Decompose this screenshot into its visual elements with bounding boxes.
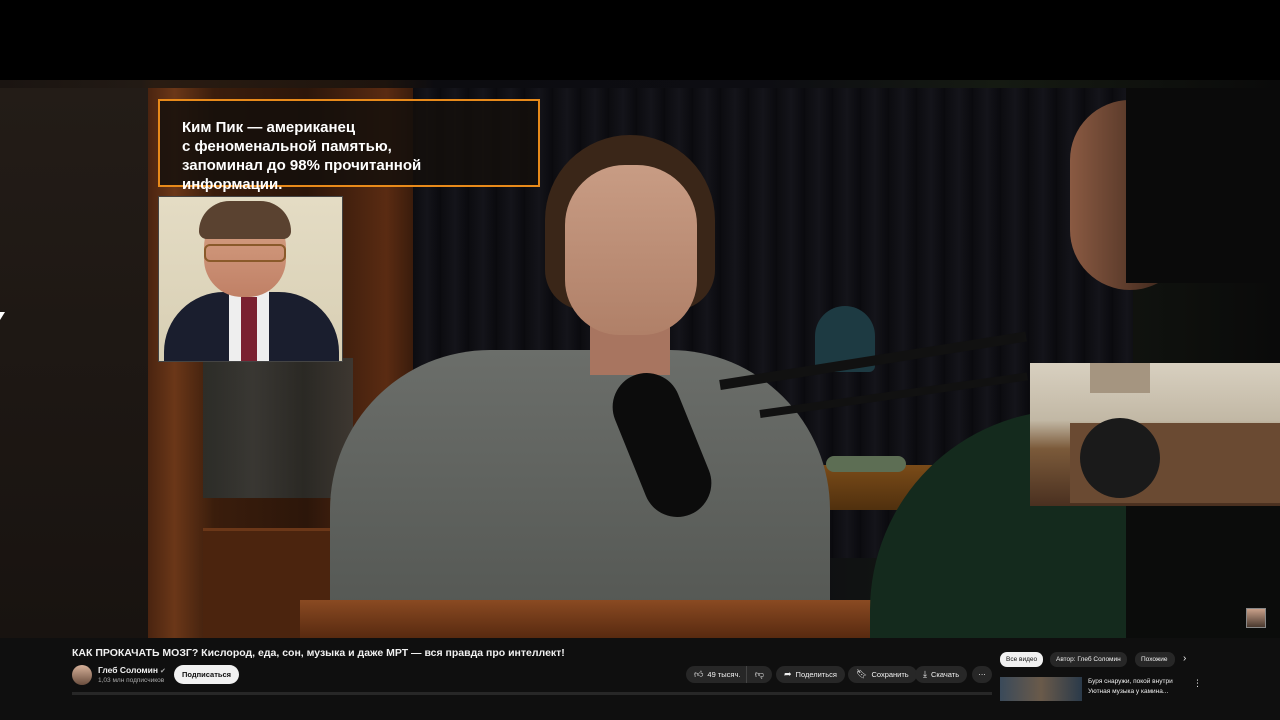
background-wall	[0, 88, 148, 638]
description-divider	[72, 692, 992, 695]
chip-all-videos[interactable]: Все видео	[1000, 652, 1044, 667]
video-info-bar: КАК ПРОКАЧАТЬ МОЗГ? Кислород, еда, сон, …	[0, 638, 1280, 720]
chip-author[interactable]: Автор: Глеб Соломин	[1050, 652, 1127, 667]
bookmark-icon: 🔖︎	[856, 669, 868, 679]
caption-line-2: с феноменальной памятью,	[182, 138, 392, 155]
like-count: 49 тысяч.	[707, 670, 741, 679]
share-label: Поделиться	[795, 670, 837, 679]
mini-avatar[interactable]	[1246, 608, 1266, 628]
webcam-pillow	[1080, 418, 1160, 498]
speaker-shirt	[330, 350, 830, 638]
portrait-tie	[241, 297, 257, 361]
save-label: Сохранить	[871, 670, 909, 679]
recommendation-thumbnail[interactable]	[1000, 677, 1082, 701]
top-black-bar	[0, 0, 1280, 80]
mouse-cursor-icon	[0, 312, 5, 320]
share-icon: ➦	[784, 669, 792, 679]
dislike-button[interactable]: 👎︎	[746, 666, 772, 683]
portrait-hair	[199, 201, 291, 239]
verified-check-icon: ✔	[160, 668, 166, 675]
recommendation-menu-icon[interactable]: ⋮	[1193, 678, 1202, 689]
download-button[interactable]: ⤓ Скачать	[915, 666, 968, 683]
share-button[interactable]: ➦ Поделиться	[776, 666, 845, 683]
subscriber-count: 1,03 млн подписчиков	[98, 677, 165, 684]
desk	[300, 600, 900, 638]
thumbs-down-icon: 👎︎	[754, 669, 765, 679]
channel-name[interactable]: Глеб Соломин ✔	[98, 665, 166, 675]
thumbs-up-icon: 👍︎	[694, 669, 704, 679]
video-caption-box: Ким Пик — американец с феноменальной пам…	[158, 99, 540, 193]
bookcase-glass	[203, 358, 353, 498]
chevron-right-icon[interactable]: ›	[1183, 653, 1186, 664]
more-actions-button[interactable]: ⋯	[972, 666, 992, 683]
dark-panel-top-right	[1126, 88, 1280, 283]
like-button[interactable]: 👍︎ 49 тысяч.	[686, 666, 746, 683]
portrait-glasses	[204, 244, 286, 262]
channel-name-text[interactable]: Глеб Соломин	[98, 665, 158, 675]
download-label: Скачать	[930, 670, 960, 679]
caption-line-3: запоминал до 98% прочитанной информации.	[182, 157, 422, 193]
webcam-overlay	[1030, 363, 1280, 506]
chip-similar[interactable]: Похожие	[1135, 652, 1175, 667]
recommendation-subtitle[interactable]: Уютная музыка у камина...	[1088, 688, 1168, 695]
lamp-base	[826, 456, 906, 472]
channel-avatar[interactable]	[72, 665, 92, 685]
recommendation-title[interactable]: Буря снаружи, покой внутри	[1088, 678, 1173, 685]
speaker-face	[565, 165, 697, 335]
download-icon: ⤓	[923, 669, 927, 679]
webcam-shelf	[1090, 363, 1150, 393]
subscribe-button[interactable]: Подписаться	[174, 665, 240, 684]
inset-portrait-photo	[158, 196, 343, 362]
video-title: КАК ПРОКАЧАТЬ МОЗГ? Кислород, еда, сон, …	[72, 647, 565, 659]
caption-line-1: Ким Пик — американец	[182, 119, 356, 136]
save-button[interactable]: 🔖︎ Сохранить	[848, 666, 917, 683]
